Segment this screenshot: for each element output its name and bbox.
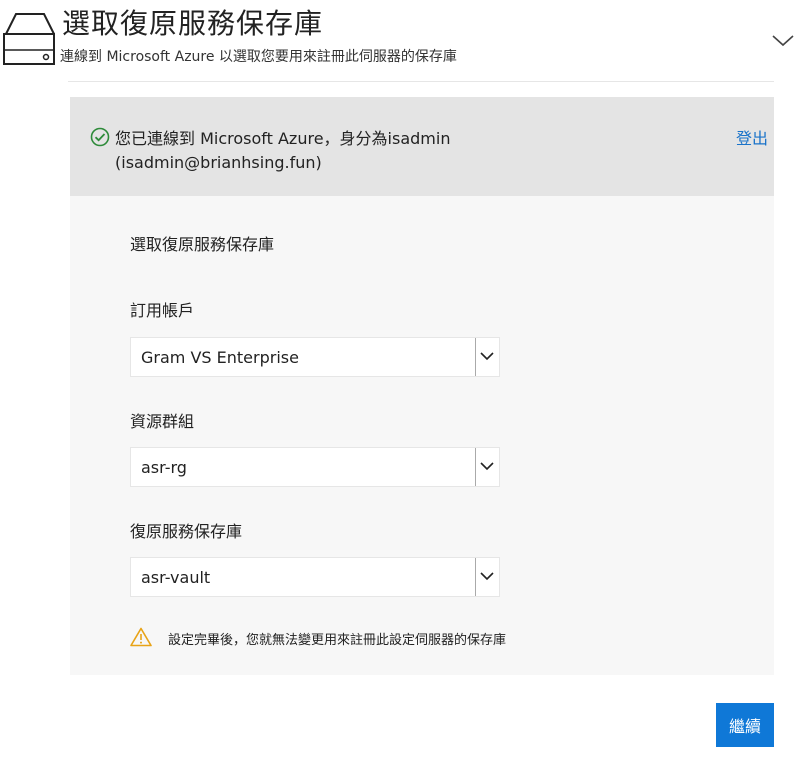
resource-group-select[interactable]: asr-rg [130,447,500,487]
warning-message: 設定完畢後，您就無法變更用來註冊此設定伺服器的保存庫 [168,633,507,648]
vault-label: 復原服務保存庫 [130,522,243,541]
section-title: 選取復原服務保存庫 [130,235,275,254]
header-divider [68,81,774,82]
vault-select[interactable]: asr-vault [130,557,500,597]
vault-selection-page: 選取復原服務保存庫 連線到 Microsoft Azure 以選取您要用來註冊此… [0,0,800,759]
chevron-down-icon[interactable] [475,448,499,486]
resource-group-label: 資源群組 [130,412,195,431]
subscription-label: 訂用帳戶 [130,301,195,320]
vault-form-panel: 您已連線到 Microsoft Azure，身分為isadmin (isadmi… [70,97,774,675]
vault-value: asr-vault [141,568,211,587]
server-drive-icon [2,6,56,66]
connection-status: 您已連線到 Microsoft Azure，身分為isadmin [115,129,451,148]
check-circle-icon [90,127,110,147]
chevron-down-icon[interactable] [475,338,499,376]
resource-group-value: asr-rg [141,458,187,477]
connection-banner: 您已連線到 Microsoft Azure，身分為isadmin (isadmi… [70,97,774,196]
page-title: 選取復原服務保存庫 [62,7,324,40]
chevron-down-icon[interactable] [475,558,499,596]
connection-account: (isadmin@brianhsing.fun) [115,153,322,172]
signout-link[interactable]: 登出 [736,125,768,149]
warning-icon [130,627,152,647]
page-subtitle: 連線到 Microsoft Azure 以選取您要用來註冊此伺服器的保存庫 [60,49,457,65]
subscription-select[interactable]: Gram VS Enterprise [130,337,500,377]
chevron-down-icon[interactable] [770,30,796,50]
continue-button[interactable]: 繼續 [716,703,774,747]
subscription-value: Gram VS Enterprise [141,348,299,367]
